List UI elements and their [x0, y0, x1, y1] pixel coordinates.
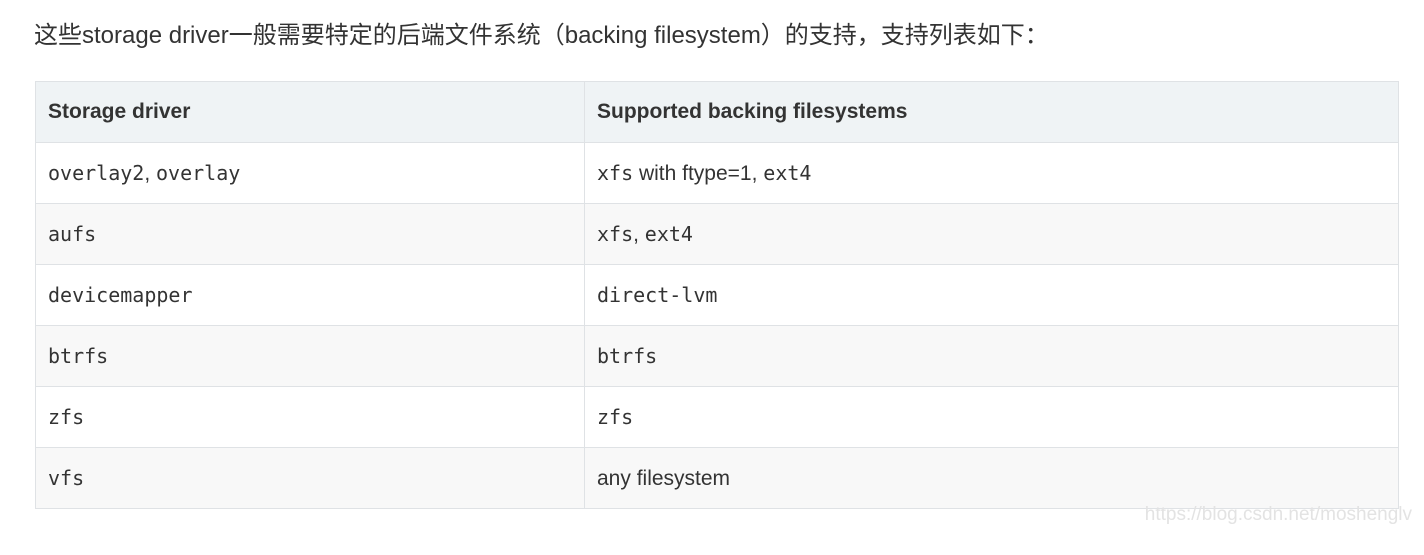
- inline-code: ext4: [644, 221, 693, 246]
- table-row: devicemapper direct-lvm: [35, 264, 1399, 326]
- cell-backing-filesystems: any filesystem: [584, 447, 1399, 509]
- cell-text: ,: [144, 161, 156, 185]
- inline-code: xfs: [597, 221, 634, 246]
- page: 这些storage driver一般需要特定的后端文件系统（backing fi…: [0, 0, 1424, 555]
- table-header-row: Storage driver Supported backing filesys…: [35, 81, 1399, 143]
- table-row: vfs any filesystem: [35, 447, 1399, 509]
- header-supported-filesystems: Supported backing filesystems: [584, 81, 1399, 143]
- inline-code: ext4: [763, 160, 812, 185]
- header-storage-driver: Storage driver: [35, 81, 585, 143]
- inline-code: zfs: [597, 404, 634, 429]
- cell-storage-driver: vfs: [35, 447, 585, 509]
- table-body: overlay2, overlay xfs with ftype=1, ext4 a…: [35, 142, 1399, 509]
- watermark: https://blog.csdn.net/moshenglv: [1144, 504, 1412, 525]
- storage-driver-table: Storage driver Supported backing filesys…: [35, 81, 1399, 509]
- cell-storage-driver: btrfs: [35, 325, 585, 387]
- inline-code: btrfs: [48, 343, 109, 368]
- cell-text: ,: [633, 222, 645, 246]
- cell-backing-filesystems: btrfs: [584, 325, 1399, 387]
- inline-code: overlay2: [48, 160, 145, 185]
- inline-code: vfs: [48, 465, 85, 490]
- inline-code: aufs: [48, 221, 97, 246]
- table-row: overlay2, overlay xfs with ftype=1, ext4: [35, 142, 1399, 204]
- cell-storage-driver: devicemapper: [35, 264, 585, 326]
- table-row: zfs zfs: [35, 386, 1399, 448]
- cell-storage-driver: aufs: [35, 203, 585, 265]
- inline-code: zfs: [48, 404, 85, 429]
- cell-storage-driver: overlay2, overlay: [35, 142, 585, 204]
- cell-backing-filesystems: direct-lvm: [584, 264, 1399, 326]
- inline-code: xfs: [597, 160, 634, 185]
- cell-backing-filesystems: xfs with ftype=1, ext4: [584, 142, 1399, 204]
- inline-code: direct-lvm: [597, 282, 718, 307]
- cell-text: any filesystem: [597, 466, 731, 490]
- cell-text: with ftype=1,: [633, 161, 764, 185]
- table-row: aufs xfs, ext4: [35, 203, 1399, 265]
- inline-code: overlay: [156, 160, 241, 185]
- inline-code: devicemapper: [48, 282, 193, 307]
- table-row: btrfs btrfs: [35, 325, 1399, 387]
- cell-backing-filesystems: xfs, ext4: [584, 203, 1399, 265]
- cell-storage-driver: zfs: [35, 386, 585, 448]
- inline-code: btrfs: [597, 343, 658, 368]
- intro-paragraph: 这些storage driver一般需要特定的后端文件系统（backing fi…: [34, 22, 1049, 49]
- cell-backing-filesystems: zfs: [584, 386, 1399, 448]
